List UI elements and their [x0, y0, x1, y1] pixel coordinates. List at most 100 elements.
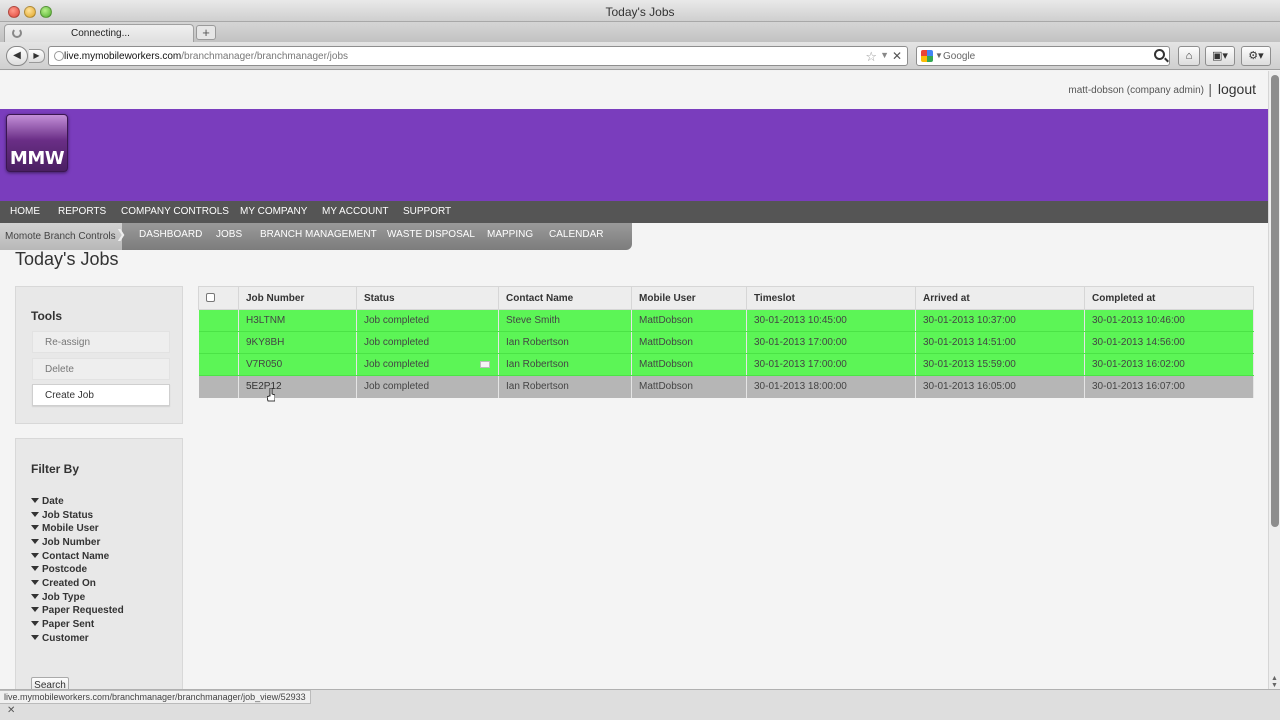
filter-mobile-user[interactable]: Mobile User: [31, 523, 99, 534]
tab-bar: Connecting... +: [0, 22, 1280, 42]
subnav-jobs[interactable]: JOBS: [216, 229, 242, 240]
nav-my-company[interactable]: MY COMPANY: [240, 206, 307, 217]
filter-panel: Filter By Date Job Status Mobile User Jo…: [15, 438, 183, 689]
home-button[interactable]: ⌂: [1178, 46, 1200, 66]
nav-my-account[interactable]: MY ACCOUNT: [322, 206, 389, 217]
header-mobile-user[interactable]: Mobile User: [631, 286, 747, 310]
triangle-down-icon: [31, 635, 39, 640]
subnav-dashboard[interactable]: DASHBOARD: [139, 229, 202, 240]
filter-paper-requested[interactable]: Paper Requested: [31, 605, 124, 616]
table-row-hovered[interactable]: 5E2P12 Job completed Ian Robertson MattD…: [198, 375, 1254, 398]
contact-cell: Ian Robertson: [498, 331, 632, 354]
table-row[interactable]: 9KY8BH Job completed Ian Robertson MattD…: [198, 331, 1254, 354]
search-engine-dropdown-icon[interactable]: ▼: [935, 51, 943, 60]
create-job-button[interactable]: Create Job: [32, 384, 170, 406]
row-select-cell[interactable]: [198, 331, 239, 354]
logout-link[interactable]: logout: [1218, 81, 1256, 97]
branch-controls-text: Momote Branch Controls: [5, 231, 116, 242]
page-scrollbar[interactable]: ▲ ▼: [1268, 71, 1280, 689]
triangle-down-icon: [31, 525, 39, 530]
triangle-down-icon: [31, 539, 39, 544]
subnav-waste-disposal[interactable]: WASTE DISPOSAL: [387, 229, 475, 240]
search-placeholder: Google: [943, 51, 976, 62]
row-select-cell[interactable]: [198, 353, 239, 376]
subnav-calendar[interactable]: CALENDAR: [549, 229, 603, 240]
contact-cell: Steve Smith: [498, 309, 632, 332]
new-tab-button[interactable]: +: [196, 25, 216, 40]
close-icon[interactable]: ✕: [7, 705, 15, 716]
header-timeslot[interactable]: Timeslot: [746, 286, 916, 310]
filter-paper-sent[interactable]: Paper Sent: [31, 619, 94, 630]
completed-cell: 30-01-2013 10:46:00: [1084, 309, 1254, 332]
job-number-cell[interactable]: 9KY8BH: [238, 331, 357, 354]
header-completed-at[interactable]: Completed at: [1084, 286, 1254, 310]
select-all-header: [198, 286, 239, 310]
filter-job-number[interactable]: Job Number: [31, 537, 100, 548]
scroll-down-icon[interactable]: ▼: [1271, 682, 1278, 689]
scrollbar-thumb[interactable]: [1271, 75, 1279, 527]
reassign-button[interactable]: Re-assign: [32, 331, 170, 353]
main-navigation: HOME REPORTS COMPANY CONTROLS MY COMPANY…: [0, 201, 1268, 223]
search-bar[interactable]: ▼ Google: [916, 46, 1170, 66]
header-arrived-at[interactable]: Arrived at: [915, 286, 1085, 310]
triangle-down-icon: [31, 553, 39, 558]
tools-menu-button[interactable]: ⚙▾: [1241, 46, 1271, 66]
mmw-logo[interactable]: MMW: [6, 114, 68, 172]
triangle-down-icon: [31, 594, 39, 599]
filter-label: Customer: [42, 633, 89, 644]
header-job-number[interactable]: Job Number: [238, 286, 357, 310]
subnav-branch-management[interactable]: BRANCH MANAGEMENT: [260, 229, 377, 240]
filter-job-status[interactable]: Job Status: [31, 510, 93, 521]
magnifier-icon[interactable]: [1154, 49, 1165, 60]
address-bar[interactable]: live.mymobileworkers.com/branchmanager/b…: [48, 46, 908, 66]
nav-home[interactable]: HOME: [10, 206, 40, 217]
window-titlebar: Today's Jobs: [0, 0, 1280, 22]
nav-reports[interactable]: REPORTS: [58, 206, 106, 217]
select-all-checkbox[interactable]: [206, 293, 215, 303]
header-contact-name[interactable]: Contact Name: [498, 286, 632, 310]
filter-customer[interactable]: Customer: [31, 633, 89, 644]
job-number-link[interactable]: 5E2P12: [246, 381, 282, 392]
nav-company-controls[interactable]: COMPANY CONTROLS: [121, 206, 229, 217]
history-buttons: ◀ ▶: [6, 46, 45, 66]
user-separator: |: [1208, 81, 1212, 97]
mobile-user-cell: MattDobson: [631, 331, 747, 354]
job-number-cell[interactable]: 5E2P12: [238, 375, 357, 398]
bookmarks-menu-button[interactable]: ▣▾: [1205, 46, 1235, 66]
table-row[interactable]: H3LTNM Job completed Steve Smith MattDob…: [198, 309, 1254, 332]
filter-date[interactable]: Date: [31, 496, 64, 507]
arrived-cell: 30-01-2013 14:51:00: [915, 331, 1085, 354]
subnav-mapping[interactable]: MAPPING: [487, 229, 533, 240]
status-cell: Job completed: [356, 353, 499, 376]
triangle-down-icon: [31, 566, 39, 571]
message-envelope-icon[interactable]: [480, 361, 490, 368]
triangle-down-icon: [31, 498, 39, 503]
filter-search-button[interactable]: Search: [31, 677, 69, 689]
triangle-down-icon: [31, 512, 39, 517]
filter-label: Paper Requested: [42, 605, 124, 616]
filter-created-on[interactable]: Created On: [31, 578, 96, 589]
filter-postcode[interactable]: Postcode: [31, 564, 87, 575]
forward-button[interactable]: ▶: [29, 49, 45, 63]
job-number-cell[interactable]: V7R050: [238, 353, 357, 376]
filter-contact-name[interactable]: Contact Name: [31, 551, 109, 562]
job-number-cell[interactable]: H3LTNM: [238, 309, 357, 332]
completed-cell: 30-01-2013 14:56:00: [1084, 331, 1254, 354]
history-dropdown-icon[interactable]: ▼: [880, 50, 889, 60]
back-button[interactable]: ◀: [6, 46, 28, 66]
delete-button[interactable]: Delete: [32, 358, 170, 380]
row-select-cell[interactable]: [198, 309, 239, 332]
browser-tab[interactable]: Connecting...: [4, 24, 194, 42]
nav-support[interactable]: SUPPORT: [403, 206, 451, 217]
branch-sub-navigation: Momote Branch Controls ❯ DASHBOARD JOBS …: [0, 223, 632, 250]
stop-icon[interactable]: ✕: [892, 49, 902, 63]
filter-job-type[interactable]: Job Type: [31, 592, 85, 603]
header-status[interactable]: Status: [356, 286, 499, 310]
bookmark-star-icon[interactable]: ☆: [865, 49, 877, 65]
scroll-up-icon[interactable]: ▲: [1271, 675, 1278, 682]
triangle-down-icon: [31, 621, 39, 626]
table-row[interactable]: V7R050 Job completed Ian Robertson MattD…: [198, 353, 1254, 376]
window-title: Today's Jobs: [605, 5, 675, 19]
row-select-cell[interactable]: [198, 375, 239, 398]
status-cell: Job completed: [356, 309, 499, 332]
